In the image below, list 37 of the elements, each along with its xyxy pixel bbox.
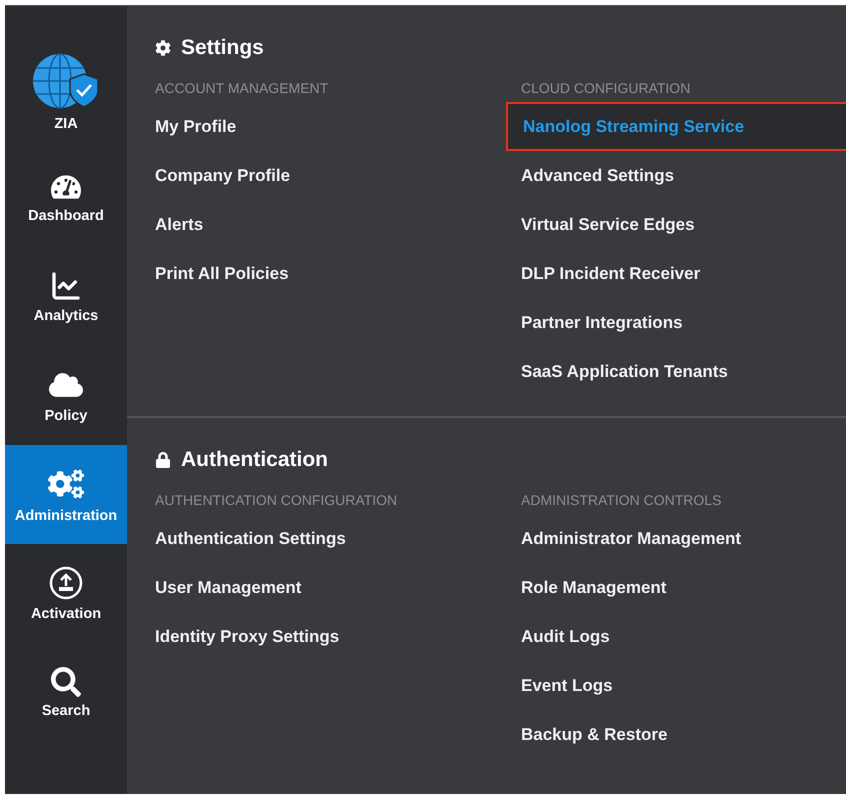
menu-link[interactable]: Administrator Management xyxy=(506,514,846,563)
nav-item[interactable]: Activation xyxy=(5,544,127,643)
menu-link[interactable]: Partner Integrations xyxy=(506,298,846,347)
lock-icon xyxy=(155,452,171,468)
menu-link[interactable]: Nanolog Streaming Service xyxy=(506,102,846,151)
section-title: Settings xyxy=(181,36,264,60)
menu-link[interactable]: My Profile xyxy=(140,102,506,151)
menu-link[interactable]: Company Profile xyxy=(140,151,506,200)
search-icon xyxy=(51,666,81,696)
line-chart-icon xyxy=(50,270,82,302)
menu-link[interactable]: Event Logs xyxy=(506,661,846,710)
menu-link[interactable]: Print All Policies xyxy=(140,249,506,298)
upload-icon xyxy=(49,566,83,600)
nav-item[interactable]: Analytics xyxy=(5,247,127,346)
menu-link[interactable]: User Management xyxy=(140,563,506,612)
menu-link[interactable]: Backup & Restore xyxy=(506,710,846,759)
nav-item[interactable]: Search xyxy=(5,643,127,742)
gear-icon xyxy=(155,40,171,56)
group-heading: AUTHENTICATION CONFIGURATION xyxy=(154,491,398,510)
nav-item[interactable]: ZIA xyxy=(5,6,127,148)
menu-link[interactable]: Authentication Settings xyxy=(140,514,506,563)
menu-link[interactable]: Virtual Service Edges xyxy=(506,200,846,249)
menu-link[interactable]: Alerts xyxy=(140,200,506,249)
group-heading: ADMINISTRATION CONTROLS xyxy=(520,491,722,510)
menu-link[interactable]: DLP Incident Receiver xyxy=(506,249,846,298)
menu-link[interactable]: Advanced Settings xyxy=(506,151,846,200)
nav-item[interactable]: Administration xyxy=(5,445,127,544)
section-title: Authentication xyxy=(181,448,328,472)
nav-item[interactable]: Policy xyxy=(5,346,127,445)
nav-item[interactable]: Dashboard xyxy=(5,148,127,247)
menu-link[interactable]: Audit Logs xyxy=(506,612,846,661)
group-heading: ACCOUNT MANAGEMENT xyxy=(154,79,330,98)
menu-link[interactable]: Role Management xyxy=(506,563,846,612)
menu-link[interactable]: SaaS Application Tenants xyxy=(506,347,846,396)
globe-shield-icon xyxy=(32,52,100,110)
menu-link[interactable]: Identity Proxy Settings xyxy=(140,612,506,661)
group-heading: CLOUD CONFIGURATION xyxy=(520,79,692,98)
